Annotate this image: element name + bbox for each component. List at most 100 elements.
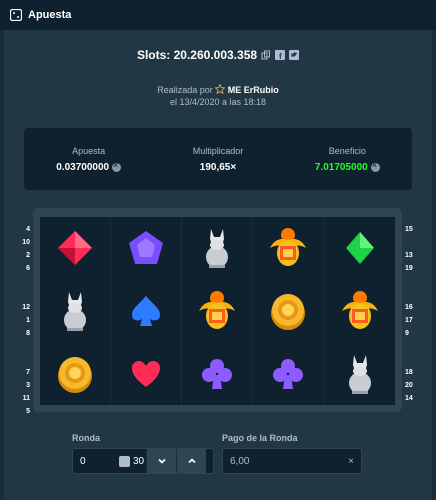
coin-icon [370,160,380,172]
slot-cell [324,217,395,280]
cat-statue-icon [200,227,234,269]
round-field: 0 30 [72,448,214,474]
right-payline-number: 15 [405,226,413,233]
stat-bet-value: 0.03700000 [56,161,110,173]
username-link[interactable]: ME ErRubio [228,85,279,95]
purple-club-icon [200,357,234,391]
slot-cell [182,342,253,405]
right-payline-number [405,288,419,301]
stat-multiplier-value: 190,65× [199,161,237,173]
red-heart-icon [130,359,162,389]
facebook-icon[interactable]: f [275,50,286,60]
stat-bet-value-wrap: 0.03700000 [56,160,122,173]
round-input[interactable]: 0 [73,456,119,467]
window-title: Apuesta [28,9,72,21]
slot-cell [253,217,324,280]
purple-club-icon [271,357,305,391]
slot-cell [182,279,253,343]
right-payline-number: 14 [405,395,413,402]
gold-coin-icon [55,354,95,394]
coin-icon [112,160,122,172]
slots-header: Slots: 20.260.003.358 f [0,48,436,62]
slot-cell [111,279,182,343]
red-diamond-icon [55,228,95,268]
golden-scarab-icon [195,289,239,333]
round-payout-input[interactable]: 6,00 [230,456,341,467]
slot-cell [111,342,182,405]
slot-cell [40,217,111,280]
right-payline-number: 19 [405,265,413,272]
round-down-button[interactable] [146,449,176,473]
left-payline-number [18,275,30,288]
stat-multiplier-label: Multiplicador [192,145,244,156]
blue-spade-icon [129,294,163,328]
slot-cell [324,280,395,343]
left-payline-number: 1 [26,317,30,324]
slots-id: Slots: 20.260.003.358 [136,48,258,62]
chevron-down-icon [157,458,166,464]
left-payline-number [18,340,30,353]
star-icon [215,84,226,94]
golden-scarab-icon [338,289,382,333]
right-payline-number: 17 [405,317,413,324]
right-payline-number [405,340,419,353]
right-payline-number [405,353,419,366]
purple-pentagon-icon [126,228,166,268]
copy-icon[interactable] [261,50,271,60]
round-payout-field: 6,00 × [222,448,362,474]
stat-multiplier: Multiplicador 190,65× [153,128,282,190]
stat-profit-value-wrap: 7.01705000 [314,160,380,173]
twitter-icon[interactable] [289,50,300,60]
stat-profit-label: Beneficio [328,145,366,156]
slot-cell [182,217,253,280]
right-payline-number: 20 [405,382,413,389]
round-up-button[interactable] [176,449,206,473]
left-payline-number: 6 [26,265,30,272]
golden-scarab-icon [266,226,310,270]
stat-bet-label: Apuesta [72,145,106,156]
dice-icon[interactable] [119,455,130,467]
slot-cell [40,342,111,405]
round-label: Ronda [72,433,100,443]
made-by-line: Realizada por ME ErRubio [0,84,436,95]
left-payline-number [18,288,30,301]
right-payline-number: 13 [405,252,413,259]
svg-text:f: f [279,52,282,60]
left-payline-number: 12 [22,304,30,311]
cat-statue-icon [58,290,92,332]
green-diamond-icon [344,230,376,266]
left-payline-number: 10 [22,239,30,246]
left-payline-number: 11 [22,395,30,402]
left-payline-number: 5 [26,408,30,415]
left-payline-number: 8 [26,330,30,337]
payout-label: Pago de la Ronda [222,433,298,443]
slot-cell [253,342,324,405]
left-payline-number [18,353,30,366]
right-payline-number [405,275,419,288]
slot-cell [111,217,182,280]
slot-board [40,217,395,405]
bet-stats: Apuesta 0.03700000 Multiplicador 190,65×… [24,128,412,190]
right-payline-number: 16 [405,304,413,311]
slot-cell [40,279,111,343]
right-payline-number [405,236,419,249]
right-payline-number: 18 [405,369,413,376]
cat-statue-icon [343,353,377,395]
left-payline-number: 7 [26,369,30,376]
bet-date: el 13/4/2020 a las 18:18 [169,97,267,107]
left-payline-number: 3 [26,382,30,389]
made-by-prefix: Realizada por [157,85,213,95]
window-titlebar: Apuesta [0,0,436,30]
slot-cell [253,279,324,343]
stat-profit: Beneficio 7.01705000 [283,128,412,190]
chevron-up-icon [187,458,196,464]
stat-profit-value: 7.01705000 [314,161,368,173]
close-icon[interactable]: × [341,456,361,467]
left-payline-number: 4 [26,226,30,233]
round-total: 30 [133,455,145,467]
stat-bet: Apuesta 0.03700000 [24,128,153,190]
right-payline-number: 9 [405,330,409,337]
slot-cell [324,342,395,405]
left-payline-number: 2 [26,252,30,259]
gold-coin-icon [268,291,308,331]
